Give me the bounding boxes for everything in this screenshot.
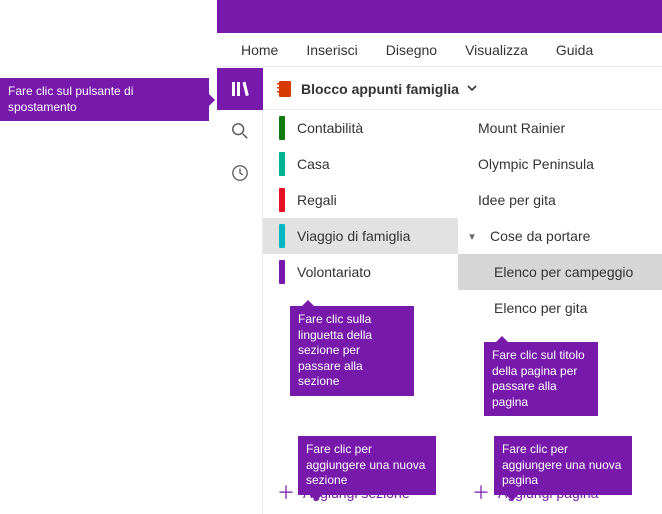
page-label: Mount Rainier (478, 120, 565, 136)
callout-add-page: Fare clic per aggiungere una nuova pagin… (494, 436, 632, 495)
callout-add-section: Fare clic per aggiungere una nuova sezio… (298, 436, 436, 495)
notebook-icon (277, 80, 293, 98)
section-item[interactable]: Volontariato (263, 254, 458, 290)
ribbon-tab-home[interactable]: Home (227, 34, 292, 66)
plus-icon: ＋ (472, 484, 490, 502)
page-label: Elenco per campeggio (494, 264, 633, 280)
callout-nav-button: Fare clic sul pulsante di spostamento (0, 78, 209, 121)
ribbon-tab-guida[interactable]: Guida (542, 34, 607, 66)
page-label: Olympic Peninsula (478, 156, 594, 172)
callout-page-title: Fare clic sul titolo della pagina per pa… (484, 342, 598, 416)
search-icon (231, 122, 249, 140)
section-label: Viaggio di famiglia (297, 228, 410, 244)
pages-list: Mount Rainier Olympic Peninsula Idee per… (458, 110, 662, 472)
section-label: Volontariato (297, 264, 371, 280)
ribbon-tab-inserisci[interactable]: Inserisci (292, 34, 371, 66)
ribbon-tabs: Home Inserisci Disegno Visualizza Guida (217, 33, 662, 67)
section-label: Contabilità (297, 120, 363, 136)
left-rail (217, 68, 263, 514)
section-item[interactable]: Viaggio di famiglia (263, 218, 458, 254)
nav-button[interactable] (217, 68, 263, 110)
section-color-tab (279, 188, 285, 212)
page-label: Idee per gita (478, 192, 556, 208)
app-titlebar (217, 0, 662, 33)
chevron-down-icon[interactable]: ▾ (466, 230, 478, 243)
ribbon-tab-visualizza[interactable]: Visualizza (451, 34, 542, 66)
page-item[interactable]: Elenco per gita (458, 290, 662, 326)
sections-list: Contabilità Casa Regali Viaggio di famig… (263, 110, 458, 472)
library-icon (230, 79, 250, 99)
notebook-header[interactable]: Blocco appunti famiglia (263, 68, 662, 110)
callout-section-tab: Fare clic sulla linguetta della sezione … (290, 306, 414, 396)
page-item[interactable]: Mount Rainier (458, 110, 662, 146)
page-item[interactable]: ▾ Cose da portare (458, 218, 662, 254)
chevron-down-icon (467, 80, 477, 98)
page-item[interactable]: Olympic Peninsula (458, 146, 662, 182)
recent-button[interactable] (217, 152, 263, 194)
page-label: Elenco per gita (494, 300, 587, 316)
section-label: Regali (297, 192, 337, 208)
section-item[interactable]: Contabilità (263, 110, 458, 146)
notebook-title: Blocco appunti famiglia (301, 81, 459, 97)
page-item[interactable]: Elenco per campeggio (458, 254, 662, 290)
plus-icon: ＋ (277, 484, 295, 502)
section-label: Casa (297, 156, 330, 172)
section-color-tab (279, 152, 285, 176)
search-button[interactable] (217, 110, 263, 152)
section-color-tab (279, 116, 285, 140)
ribbon-tab-disegno[interactable]: Disegno (372, 34, 451, 66)
page-item[interactable]: Idee per gita (458, 182, 662, 218)
section-item[interactable]: Regali (263, 182, 458, 218)
page-label: Cose da portare (490, 228, 590, 244)
section-color-tab (279, 224, 285, 248)
section-item[interactable]: Casa (263, 146, 458, 182)
clock-icon (231, 164, 249, 182)
section-color-tab (279, 260, 285, 284)
